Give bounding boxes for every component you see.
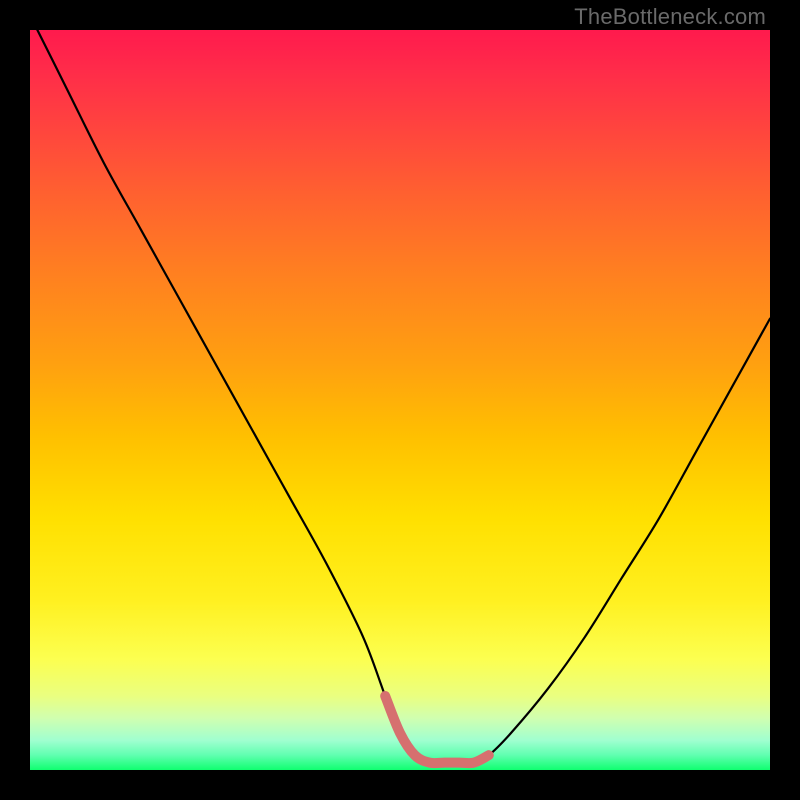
bottleneck-curve: [30, 15, 770, 763]
plot-area: [30, 30, 770, 770]
watermark-text: TheBottleneck.com: [574, 4, 766, 30]
chart-container: TheBottleneck.com: [0, 0, 800, 800]
optimal-range-highlight: [385, 696, 489, 763]
chart-svg: [30, 30, 770, 770]
